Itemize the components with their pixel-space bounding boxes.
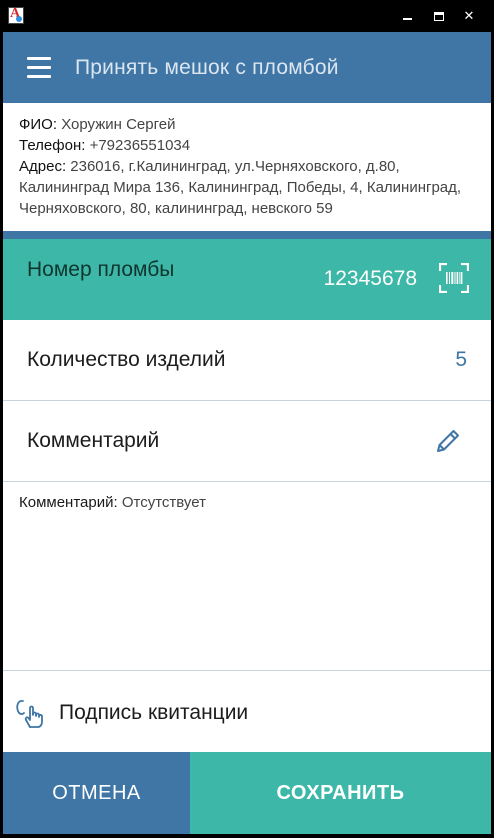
seal-number-value: 12345678 [323, 267, 417, 290]
signature-row[interactable]: Подпись квитанции [3, 670, 491, 752]
app-logo-icon: A [8, 6, 24, 24]
pencil-icon[interactable] [435, 428, 461, 454]
name-label: ФИО: [19, 116, 58, 133]
maximize-button[interactable] [424, 0, 454, 32]
comment-text-label: Комментарий: [19, 494, 118, 511]
comment-text: Комментарий: Отсутствует [19, 494, 206, 511]
page-title: Принять мешок с пломбой [75, 56, 339, 79]
hand-signature-icon [16, 700, 43, 728]
seal-number-label: Номер пломбы [27, 258, 175, 281]
comment-text-value: Отсутствует [121, 494, 206, 511]
client-info: ФИО: Хоружин Сергей Телефон: +7923655103… [19, 114, 479, 219]
phone-value: +79236551034 [89, 137, 191, 154]
app-screen: Принять мешок с пломбой ФИО: Хоружин Сер… [3, 32, 491, 834]
phone-label: Телефон: [19, 137, 86, 154]
save-button[interactable]: СОХРАНИТЬ [190, 752, 491, 834]
comment-row[interactable]: Комментарий [3, 401, 491, 482]
client-address-line: Адрес: 236016, г.Калининград, ул.Черняхо… [19, 156, 479, 219]
signature-label: Подпись квитанции [59, 701, 249, 724]
hamburger-menu-icon[interactable] [27, 57, 51, 79]
client-phone-line: Телефон: +79236551034 [19, 135, 479, 156]
quantity-label: Количество изделий [27, 348, 226, 371]
minimize-button[interactable] [392, 0, 422, 32]
app-header: Принять мешок с пломбой [3, 32, 491, 103]
address-label: Адрес: [19, 158, 67, 175]
cancel-button[interactable]: ОТМЕНА [3, 752, 190, 834]
barcode-scan-icon[interactable] [439, 263, 469, 293]
address-value: 236016, г.Калининград, ул.Черняховского,… [19, 158, 462, 217]
seal-number-row[interactable]: Номер пломбы 12345678 [3, 239, 491, 320]
section-divider [3, 231, 491, 239]
quantity-row[interactable]: Количество изделий 5 [3, 320, 491, 401]
close-window-button[interactable]: ✕ [454, 0, 484, 32]
client-name-line: ФИО: Хоружин Сергей [19, 114, 479, 135]
name-value: Хоружин Сергей [61, 116, 176, 133]
window-titlebar: A ✕ [0, 0, 494, 32]
comment-label: Комментарий [27, 429, 160, 452]
quantity-value: 5 [455, 348, 467, 371]
